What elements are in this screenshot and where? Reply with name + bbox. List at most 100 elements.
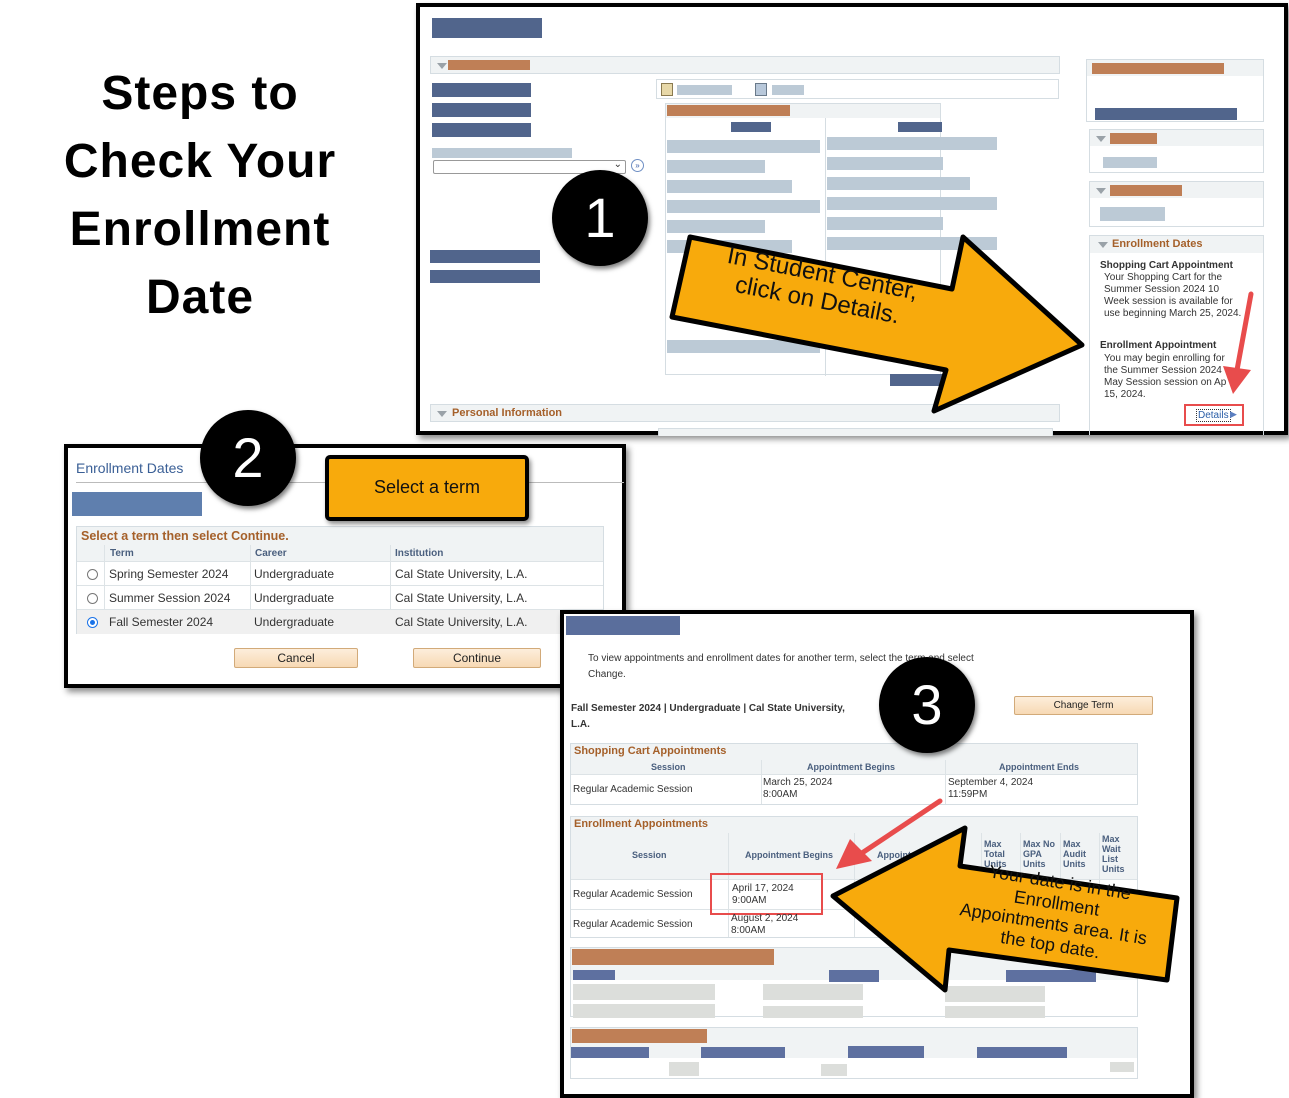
cell-placeholder — [945, 1006, 1045, 1018]
begins-date-cell: April 17, 2024 — [732, 883, 794, 894]
session-cell: Regular Academic Session — [573, 784, 693, 795]
cell-placeholder — [821, 1064, 847, 1076]
personal-information-title: Personal Information — [452, 407, 563, 419]
personal-info-subpanel — [658, 428, 1053, 436]
page-title-placeholder — [432, 18, 542, 38]
term-row[interactable]: Spring Semester 2024 Undergraduate Cal S… — [77, 561, 603, 586]
column-header: Appointment Begins — [745, 850, 833, 860]
institution-cell: Cal State University, L.A. — [395, 615, 528, 629]
table-title-placeholder — [572, 949, 774, 965]
select-term-callout: Select a term — [325, 455, 529, 521]
enrollment-appointments-title: Enrollment Appointments — [574, 818, 709, 830]
link-placeholder[interactable] — [677, 85, 732, 95]
term-row[interactable]: Summer Session 2024 Undergraduate Cal St… — [77, 585, 603, 610]
column-header-institution: Institution — [395, 548, 444, 559]
column-header: Session — [632, 850, 667, 860]
select-term-callout-text: Select a term — [373, 477, 481, 497]
step-1-badge: 1 — [552, 170, 648, 266]
term-radio[interactable] — [87, 593, 98, 604]
calendar-info-icon[interactable] — [661, 83, 673, 96]
nav-link-placeholder[interactable] — [432, 83, 531, 97]
change-term-button[interactable]: Change Term — [1014, 696, 1153, 715]
link-placeholder[interactable] — [1095, 108, 1237, 120]
nav-link-placeholder[interactable] — [430, 270, 540, 283]
shopping-cart-icon[interactable] — [755, 83, 767, 96]
column-header-placeholder — [701, 1047, 785, 1058]
column-header-placeholder — [848, 1046, 924, 1058]
title-line: Check Your — [63, 135, 337, 188]
career-cell: Undergraduate — [254, 615, 335, 629]
box-title-placeholder — [1110, 185, 1182, 196]
details-link[interactable]: Details ▶ — [1184, 404, 1244, 426]
column-header: Session — [651, 762, 686, 772]
column-header-placeholder — [571, 1047, 649, 1058]
term-header-placeholder — [72, 492, 202, 516]
session-cell: Regular Academic Session — [573, 889, 693, 900]
class-cell-placeholder — [667, 140, 820, 153]
enrollment-line: May Session session on Ap — [1104, 377, 1227, 388]
slide-title: Steps to Check Your Enrollment Date — [0, 60, 400, 332]
term-cell: Summer Session 2024 — [109, 591, 231, 605]
box-title-placeholder — [1110, 133, 1157, 144]
cancel-button[interactable]: Cancel — [234, 648, 358, 668]
enrollment-appointment-title: Enrollment Appointment — [1100, 340, 1217, 351]
career-cell: Undergraduate — [254, 567, 335, 581]
column-header-placeholder — [731, 122, 771, 132]
cell-placeholder — [573, 1004, 715, 1018]
table-title-placeholder — [667, 105, 790, 116]
box-title-placeholder — [1092, 63, 1224, 74]
class-cell-placeholder — [667, 160, 765, 173]
other-actions-label-placeholder — [432, 148, 572, 158]
session-cell: Regular Academic Session — [573, 919, 693, 930]
highlighted-appointment-date: April 17, 2024 9:00AM — [710, 873, 823, 915]
advisor-box — [1089, 181, 1264, 227]
shopping-cart-line: Summer Session 2024 10 — [1104, 284, 1220, 295]
ends-time-cell: 11:59PM — [948, 789, 988, 800]
column-header: Appointment Begins — [807, 762, 895, 772]
table-title-placeholder — [572, 1029, 707, 1043]
nav-link-placeholder[interactable] — [432, 123, 531, 137]
details-link-label[interactable]: Details — [1196, 409, 1231, 422]
link-placeholder[interactable] — [1100, 207, 1165, 221]
begins-time-cell: 8:00AM — [731, 925, 766, 936]
cell-placeholder — [573, 984, 715, 1000]
instructions-text: Change. — [588, 669, 626, 680]
term-grid: Select a term then select Continue. Term… — [76, 526, 604, 634]
chevron-down-icon: ⌄ — [613, 159, 622, 170]
enrollment-line: You may begin enrolling for — [1104, 353, 1225, 364]
holds-box — [1086, 59, 1264, 122]
page-title-placeholder — [566, 616, 680, 635]
class-cell-placeholder — [827, 177, 970, 190]
cell-placeholder — [669, 1062, 699, 1076]
enrollment-line: the Summer Session 2024 — [1104, 365, 1222, 376]
class-cell-placeholder — [667, 200, 820, 213]
term-radio-selected[interactable] — [87, 617, 98, 628]
term-cell: Spring Semester 2024 — [109, 567, 229, 581]
class-cell-placeholder — [827, 197, 997, 210]
link-placeholder[interactable] — [1103, 157, 1157, 168]
title-line: Enrollment — [69, 203, 331, 256]
go-button-icon[interactable]: » — [631, 159, 644, 172]
link-placeholder[interactable] — [772, 85, 804, 95]
term-info: Fall Semester 2024 | Undergraduate | Cal… — [571, 703, 845, 714]
academics-section-header[interactable] — [430, 56, 1060, 74]
term-cell: Fall Semester 2024 — [109, 615, 214, 629]
step-2-badge: 2 — [200, 410, 296, 506]
class-cell-placeholder — [667, 180, 792, 193]
continue-button[interactable]: Continue — [413, 648, 541, 668]
term-row-selected[interactable]: Fall Semester 2024 Undergraduate Cal Sta… — [77, 609, 603, 634]
column-header-placeholder — [573, 970, 615, 980]
shopping-cart-line: Your Shopping Cart for the — [1104, 272, 1223, 283]
red-pointer-arrow — [1223, 291, 1254, 394]
step-3-badge: 3 — [879, 657, 975, 753]
column-header: Appointment Ends — [999, 762, 1079, 772]
term-radio[interactable] — [87, 569, 98, 580]
nav-link-placeholder[interactable] — [430, 250, 540, 263]
class-cell-placeholder — [827, 157, 943, 170]
class-cell-placeholder — [827, 137, 997, 150]
nav-link-placeholder[interactable] — [432, 103, 531, 117]
column-header-career: Career — [255, 548, 287, 559]
collapse-triangle-icon — [437, 411, 447, 417]
cell-placeholder — [763, 1006, 863, 1018]
shopping-cart-appointment-title: Shopping Cart Appointment — [1100, 260, 1233, 271]
